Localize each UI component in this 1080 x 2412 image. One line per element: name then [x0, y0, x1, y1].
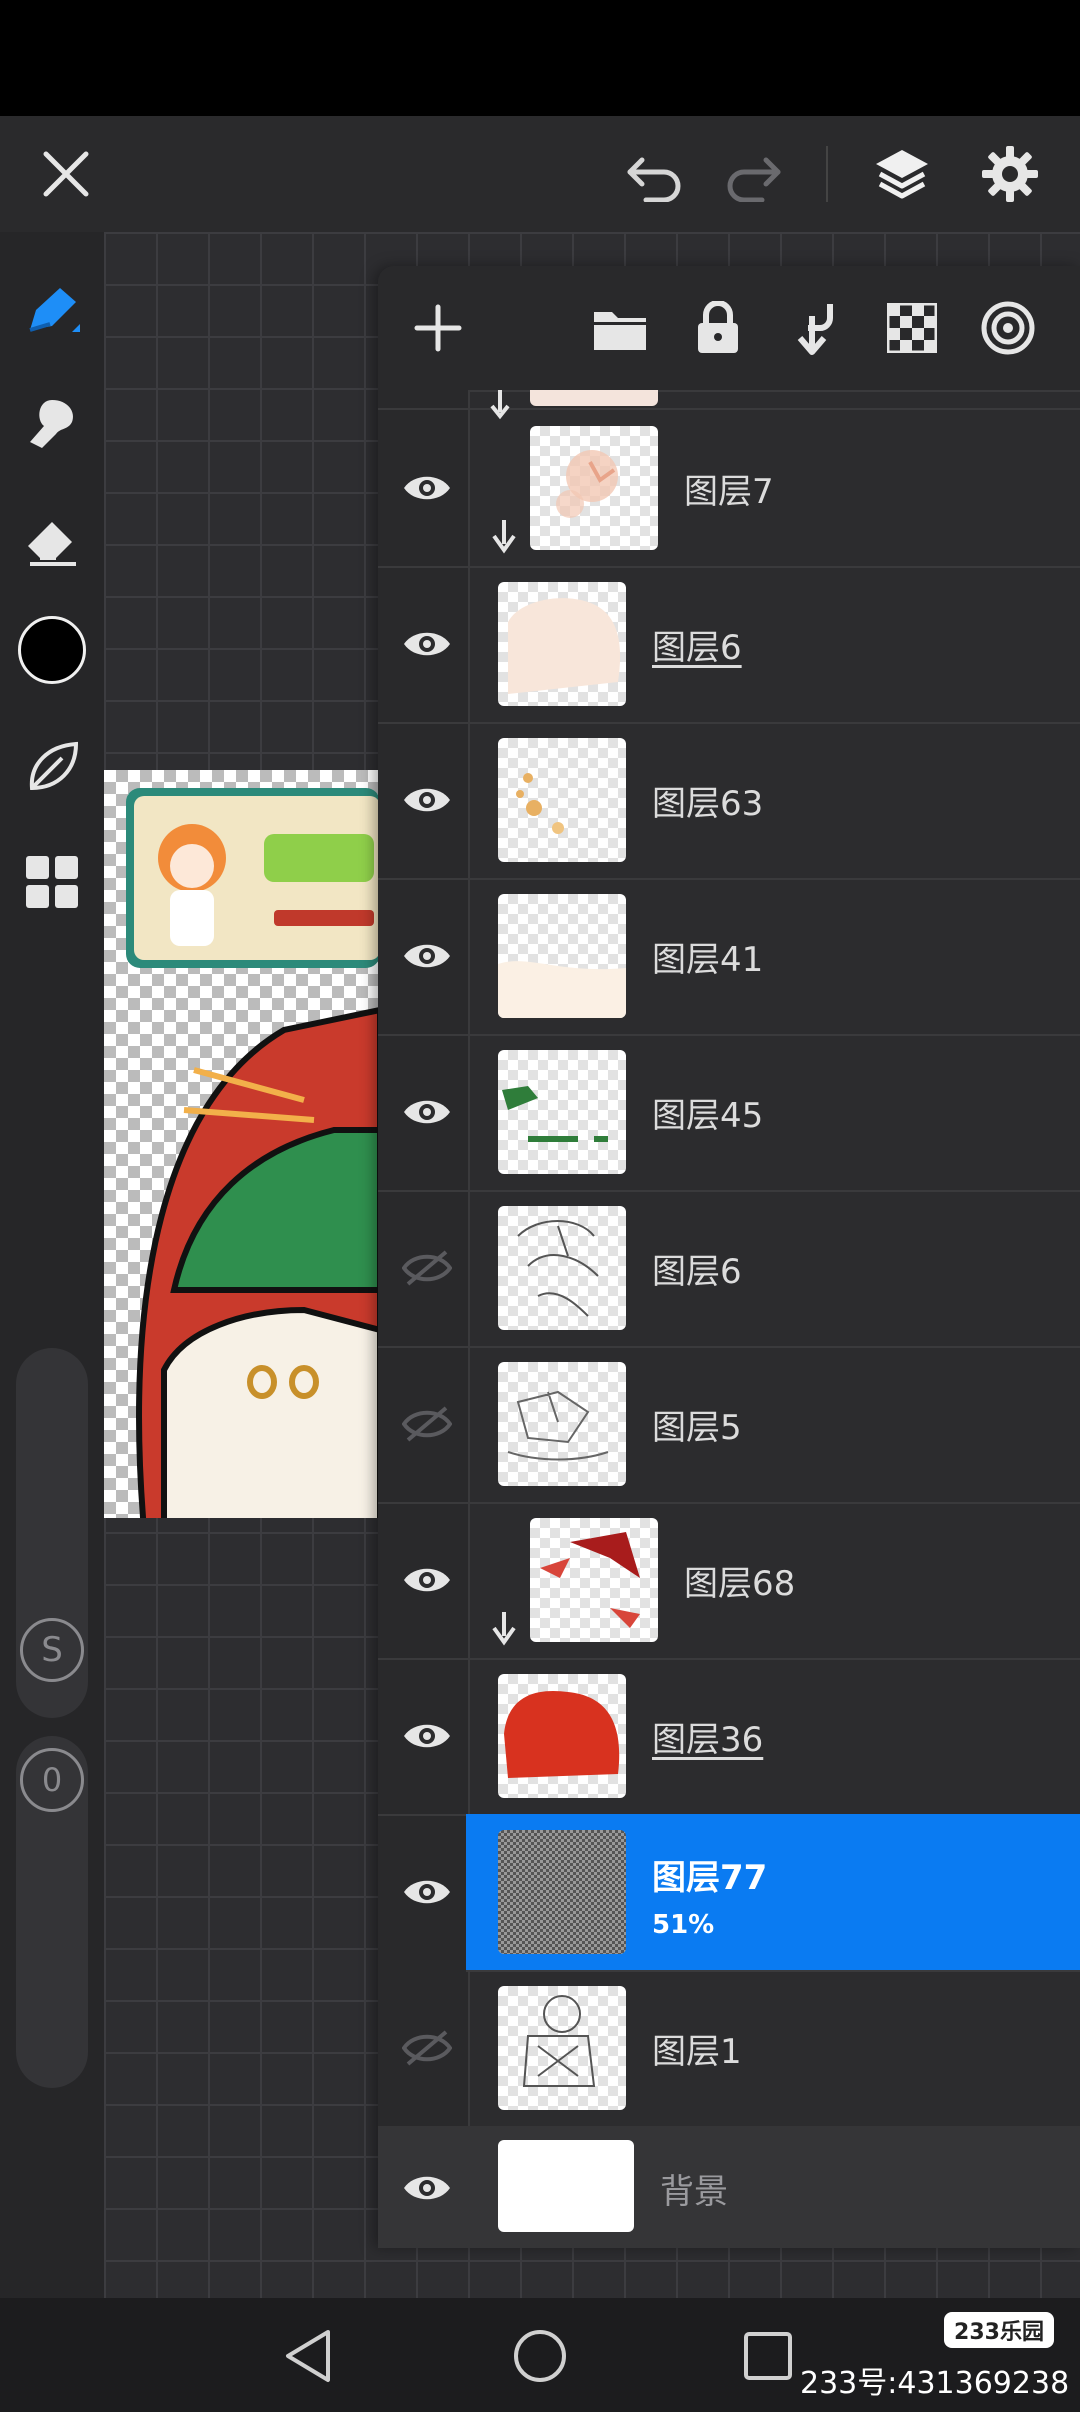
pen-icon	[29, 288, 80, 332]
layer-name: 图层63	[652, 784, 764, 824]
layer-thumbnail	[530, 426, 658, 550]
top-toolbar	[0, 116, 1080, 232]
eraser-tool[interactable]	[12, 498, 92, 578]
layer-thumbnail	[498, 582, 626, 706]
layer-thumbnail	[498, 2140, 634, 2232]
add-layer-icon[interactable]	[398, 288, 478, 368]
merge-down-icon[interactable]	[774, 288, 854, 368]
eye-icon[interactable]	[392, 1696, 462, 1776]
folder-icon[interactable]	[580, 288, 660, 368]
layers-icon[interactable]	[862, 116, 942, 232]
layer-thumbnail	[498, 894, 626, 1018]
layer-name: 图层6	[652, 628, 742, 668]
eye-icon[interactable]	[392, 604, 462, 684]
layer-thumbnail	[498, 1986, 626, 2110]
recents-icon[interactable]	[732, 2320, 804, 2392]
layer-thumbnail	[498, 1362, 626, 1486]
opacity-slider-handle[interactable]: 0	[20, 1748, 84, 1812]
layer-row[interactable]: 图层41	[378, 878, 1080, 1036]
eye-icon[interactable]	[392, 2148, 462, 2228]
layer-name: 图层77	[652, 1858, 768, 1898]
layer-name: 图层68	[684, 1564, 796, 1604]
reference-icon[interactable]	[968, 288, 1048, 368]
pen-tool[interactable]	[12, 272, 92, 352]
layer-row[interactable]: 图层5	[378, 1346, 1080, 1504]
gear-icon[interactable]	[970, 116, 1050, 232]
eye-hidden-icon[interactable]	[392, 1384, 462, 1464]
background-layer-row[interactable]: 背景	[378, 2126, 1080, 2248]
layer-row[interactable]: 图层36	[378, 1658, 1080, 1816]
opacity-slider[interactable]: 0	[16, 1736, 88, 2088]
eraser-icon	[28, 522, 76, 566]
eye-icon[interactable]	[392, 1540, 462, 1620]
eye-hidden-icon[interactable]	[392, 2008, 462, 2088]
eye-hidden-icon[interactable]	[392, 1228, 462, 1308]
layer-row[interactable]: 图层6	[378, 1190, 1080, 1348]
size-slider-handle[interactable]: S	[20, 1618, 84, 1682]
layer-row[interactable]: 图层7	[378, 410, 1080, 568]
smudge-icon	[30, 400, 74, 448]
color-swatch[interactable]	[12, 610, 92, 690]
layer-row[interactable]: 图层63	[378, 722, 1080, 880]
layer-name: 图层41	[652, 940, 764, 980]
layers-panel-header	[378, 266, 1080, 392]
eye-icon[interactable]	[392, 1852, 462, 1932]
eye-icon[interactable]	[392, 1072, 462, 1152]
layer-opacity: 51%	[652, 1910, 715, 1940]
divider	[826, 146, 828, 202]
clipping-arrow-icon	[490, 1612, 518, 1652]
gallery-tool[interactable]	[12, 842, 92, 922]
layer-row[interactable]: 图层68	[378, 1502, 1080, 1660]
canvas-artwork[interactable]	[104, 770, 380, 1518]
eye-icon[interactable]	[392, 448, 462, 528]
layer-name: 图层1	[652, 2032, 742, 2072]
redo-icon[interactable]	[712, 116, 792, 232]
list-item-partial	[378, 390, 1080, 420]
home-icon[interactable]	[504, 2320, 576, 2392]
leaf-icon	[29, 741, 79, 791]
layer-thumbnail	[498, 1050, 626, 1174]
layer-thumbnail	[498, 738, 626, 862]
layer-name: 图层7	[684, 472, 774, 512]
selected-row-eye-cell	[378, 1814, 466, 1970]
layer-row-selected[interactable]: 图层77 51%	[466, 1814, 1080, 1972]
leaf-tool[interactable]	[12, 726, 92, 806]
transparency-icon[interactable]	[872, 288, 952, 368]
layer-name: 图层5	[652, 1408, 742, 1448]
layer-thumbnail	[530, 1518, 658, 1642]
brush-size-slider[interactable]: S	[16, 1348, 88, 1718]
layer-thumbnail	[498, 1674, 626, 1798]
layer-row[interactable]: 图层1	[378, 1970, 1080, 2128]
clipping-arrow-icon	[490, 520, 518, 560]
layer-row[interactable]: 图层45	[378, 1034, 1080, 1192]
watermark-badge: 233乐园	[944, 2312, 1054, 2348]
smudge-tool[interactable]	[12, 384, 92, 464]
status-bar	[0, 0, 1080, 116]
eye-icon[interactable]	[392, 916, 462, 996]
layers-panel: 图层7 图层6 图层63 图层41 图层45 图层6 图层5 图层68 图层36…	[378, 266, 1080, 2248]
grid-icon	[26, 856, 78, 908]
close-icon[interactable]	[26, 116, 106, 232]
watermark-text: 233号:431369238	[800, 2366, 1070, 2401]
undo-icon[interactable]	[616, 116, 696, 232]
layer-thumbnail	[498, 1206, 626, 1330]
lock-icon[interactable]	[678, 288, 758, 368]
eye-icon[interactable]	[392, 760, 462, 840]
layer-name: 图层36	[652, 1720, 764, 1760]
back-icon[interactable]	[272, 2320, 344, 2392]
layer-name: 图层6	[652, 1252, 742, 1292]
tool-sidebar: S 0	[0, 232, 104, 2298]
layer-name: 图层45	[652, 1096, 764, 1136]
layer-thumbnail	[498, 1830, 626, 1954]
layer-row[interactable]: 图层6	[378, 566, 1080, 724]
layer-name: 背景	[660, 2172, 728, 2212]
